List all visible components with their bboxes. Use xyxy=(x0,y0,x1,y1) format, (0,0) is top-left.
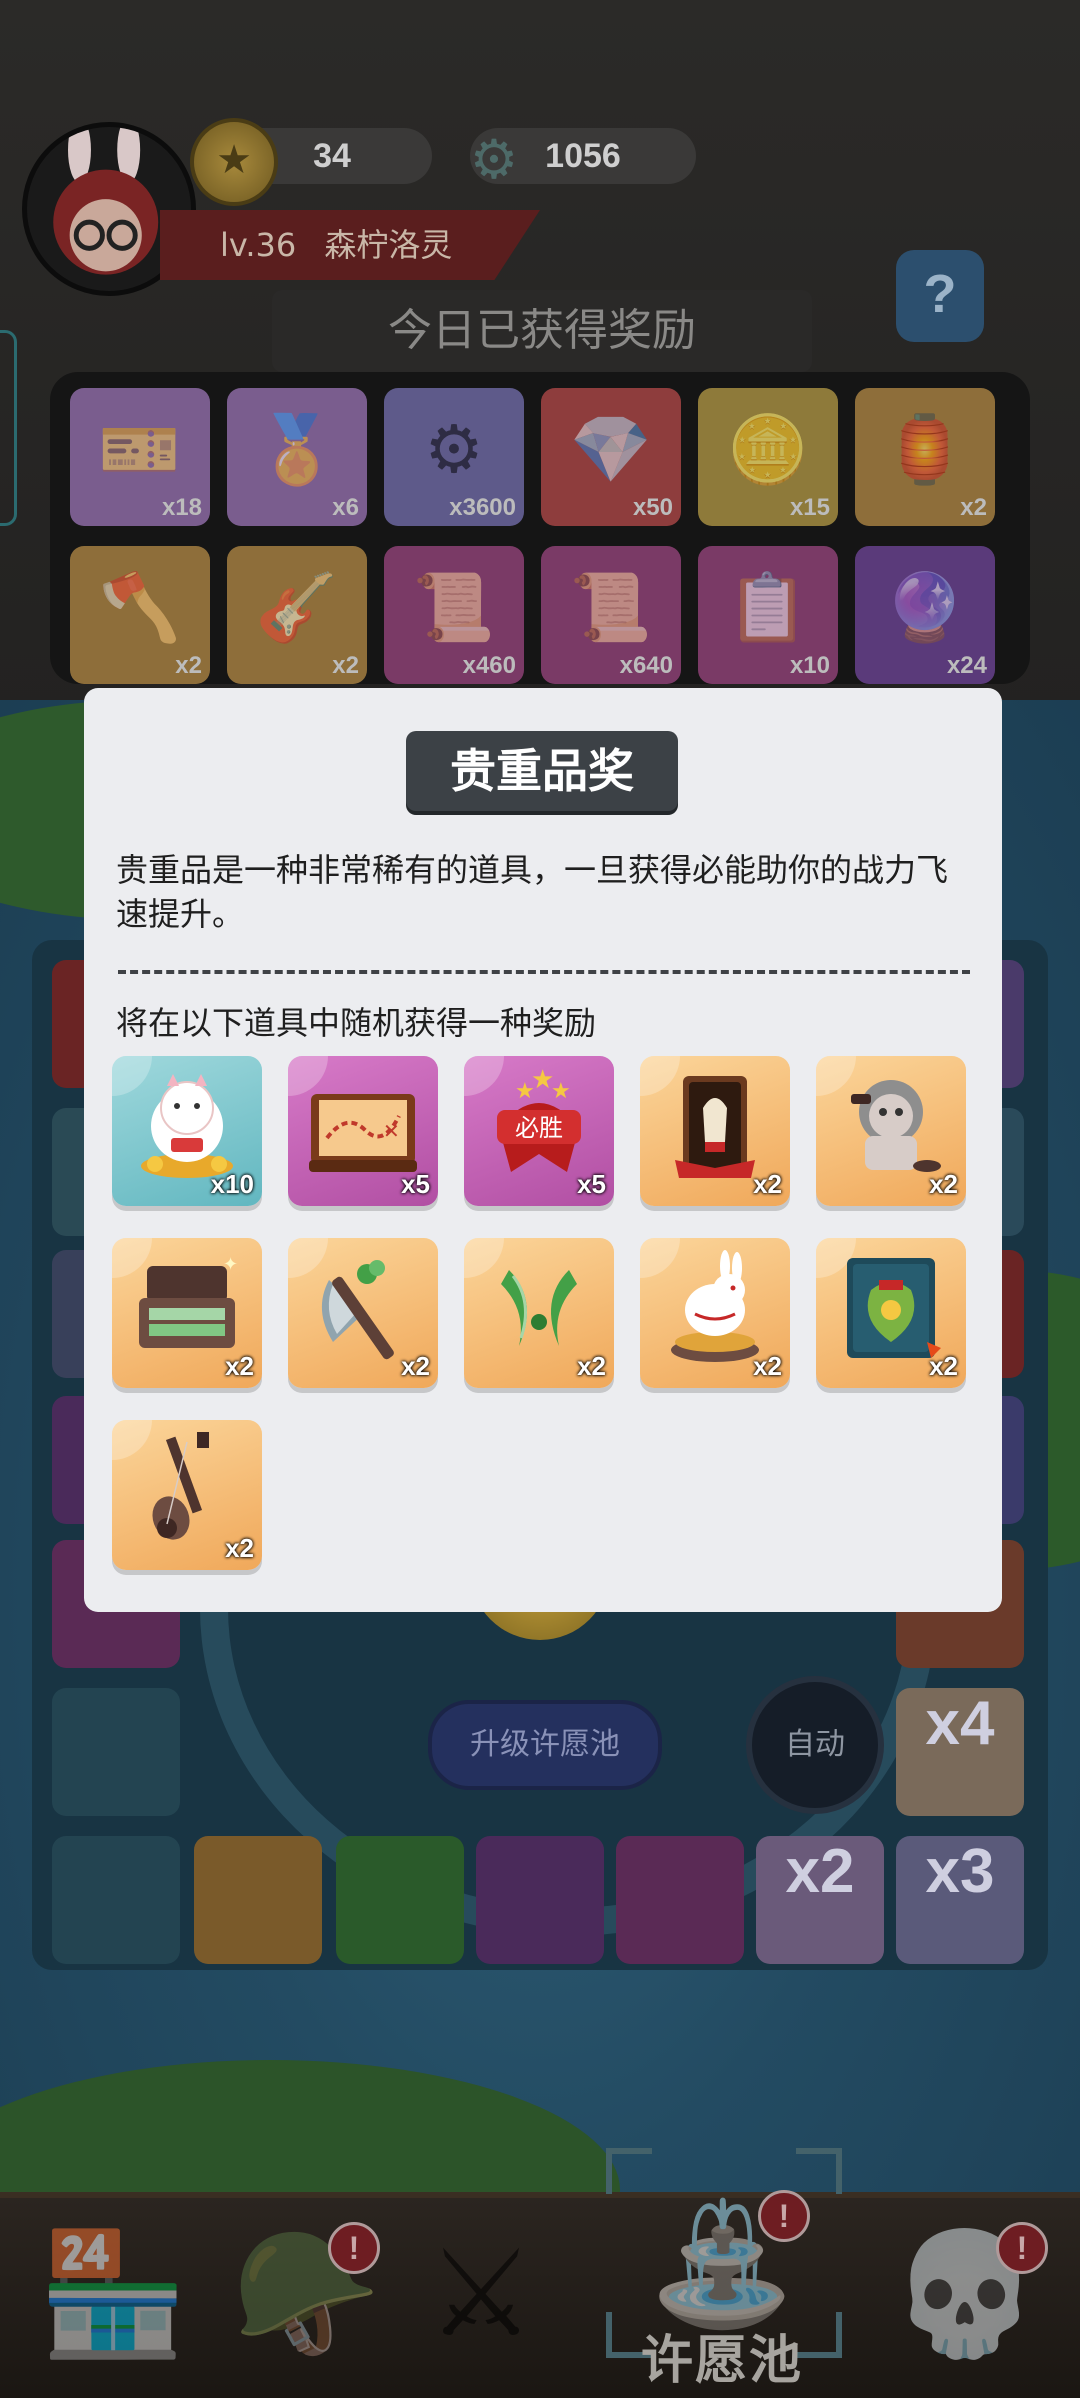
document-ticket-icon: 🎫 xyxy=(98,411,182,488)
reward-item[interactable]: x2 xyxy=(112,1420,262,1570)
board-cell xyxy=(52,1836,180,1964)
today-reward-quantity: x3600 xyxy=(449,494,516,521)
reward-item[interactable]: x2 xyxy=(816,1238,966,1388)
medal-icon: 🏅 xyxy=(255,411,339,488)
auto-button[interactable]: 自动 xyxy=(746,1676,884,1814)
svg-text:必胜: 必胜 xyxy=(515,1114,563,1142)
today-reward-quantity: x6 xyxy=(332,494,359,521)
player-name: 森柠洛灵 xyxy=(324,226,453,264)
gear-icon: ⚙ xyxy=(424,411,484,488)
today-reward-item: 📜 x640 xyxy=(541,546,681,684)
item-quantity: x5 xyxy=(577,1169,606,1199)
player-banner: lv.36 森柠洛灵 xyxy=(160,210,540,280)
board-cell xyxy=(336,1836,464,1964)
reward-item[interactable]: ✕ x5 xyxy=(288,1056,438,1206)
today-reward-item: 🔮 x24 xyxy=(855,546,995,684)
board-cell xyxy=(476,1836,604,1964)
item-quantity: x10 xyxy=(210,1169,254,1199)
reward-item[interactable]: x2 xyxy=(288,1238,438,1388)
today-reward-quantity: x18 xyxy=(161,494,202,521)
today-reward-quantity: x24 xyxy=(946,652,987,679)
multiplier-cell: x2 xyxy=(756,1836,884,1964)
item-quantity: x2 xyxy=(225,1351,254,1381)
board-cell xyxy=(52,1688,180,1816)
today-reward-item: 💎 x50 xyxy=(541,388,681,526)
item-quantity: x2 xyxy=(929,1169,958,1199)
item-quantity: x2 xyxy=(577,1351,606,1381)
today-reward-quantity: x640 xyxy=(619,652,673,679)
axe-icon: 🪓 xyxy=(98,569,182,646)
today-reward-item: 🎸 x2 xyxy=(227,546,367,684)
item-quantity: x2 xyxy=(225,1533,254,1563)
item-quantity: x2 xyxy=(929,1351,958,1381)
orb-icon: 🔮 xyxy=(883,569,967,646)
board-cell xyxy=(616,1836,744,1964)
scroll-icon: 📜 xyxy=(412,569,496,646)
dialog-description: 贵重品是一种非常稀有的道具，一旦获得必能助你的战力飞速提升。 xyxy=(116,851,949,933)
today-reward-item: 🪓 x2 xyxy=(70,546,210,684)
multiplier-label: x4 xyxy=(925,1689,995,1758)
player-level: lv.36 xyxy=(220,226,297,264)
board-cell xyxy=(194,1836,322,1964)
today-reward-quantity: x15 xyxy=(789,494,830,521)
gear-icon: ⚙ xyxy=(469,128,519,191)
valuables-reward-dialog: 贵重品奖 贵重品是一种非常稀有的道具，一旦获得必能助你的战力飞速提升。 将在以下… xyxy=(84,688,1002,1612)
upgrade-pool-button[interactable]: 升级许愿池 xyxy=(428,1700,662,1790)
guitar-icon: 🎸 xyxy=(255,569,339,646)
poster-icon: 📋 xyxy=(726,569,810,646)
scroll-icon: 📜 xyxy=(569,569,653,646)
reward-item-grid: x10 ✕ x5 必胜 ★ ★ ★ x5 x2 x2 ✦ x2 x2 x2 x2 x2 x2 xyxy=(112,1056,966,1570)
today-reward-quantity: x2 xyxy=(960,494,987,521)
today-reward-item: 🏅 x6 xyxy=(227,388,367,526)
help-button[interactable]: ? xyxy=(896,250,984,342)
dialog-subtitle: 将在以下道具中随机获得一种奖励 xyxy=(116,1004,597,1042)
crossed-guns-icon: ⚔ xyxy=(427,2225,535,2364)
alert-badge: ! xyxy=(328,2222,380,2274)
reward-item[interactable]: ✦ x2 xyxy=(112,1238,262,1388)
multiplier-label: x2 xyxy=(785,1837,855,1906)
side-tab[interactable] xyxy=(0,330,17,526)
dashed-divider xyxy=(118,970,970,974)
item-quantity: x2 xyxy=(401,1351,430,1381)
dialog-title: 贵重品奖 xyxy=(406,731,678,811)
crystal-icon: 💎 xyxy=(569,411,653,488)
alert-badge: ! xyxy=(996,2222,1048,2274)
today-reward-item: 🪙 x15 xyxy=(698,388,838,526)
today-reward-quantity: x460 xyxy=(462,652,516,679)
today-rewards-title: 今日已获得奖励 xyxy=(272,290,812,372)
multiplier-label: x3 xyxy=(925,1837,995,1906)
today-reward-item: 🏮 x2 xyxy=(855,388,995,526)
nav-battle[interactable]: ⚔ xyxy=(396,2210,566,2380)
reward-item[interactable]: x2 xyxy=(464,1238,614,1388)
nav-wish-pool-label: 许愿池 xyxy=(640,2331,803,2391)
coin-icon: 🪙 xyxy=(726,411,810,488)
today-reward-item: ⚙ x3600 xyxy=(384,388,524,526)
reward-item[interactable]: x2 xyxy=(640,1056,790,1206)
coin-icon xyxy=(190,118,278,206)
nav-shop[interactable]: 🏪 xyxy=(28,2210,198,2380)
reward-item[interactable]: x2 xyxy=(816,1056,966,1206)
svg-text:✦: ✦ xyxy=(223,1254,238,1275)
item-quantity: x5 xyxy=(401,1169,430,1199)
today-reward-quantity: x2 xyxy=(175,652,202,679)
today-reward-quantity: x50 xyxy=(632,494,673,521)
today-reward-item: 🎫 x18 xyxy=(70,388,210,526)
alert-badge: ! xyxy=(758,2190,810,2242)
svg-text:★: ★ xyxy=(551,1079,571,1104)
today-rewards-grid: 🎫 x18 🏅 x6 ⚙ x3600 💎 x50 🪙 x15 🏮 x2 🪓 x2 🎸 x2 📜 x460 📜 x640… xyxy=(70,388,1010,684)
multiplier-cell: x4 xyxy=(896,1688,1024,1816)
shop-icon: 🏪 xyxy=(38,2225,188,2364)
reward-item[interactable]: x10 xyxy=(112,1056,262,1206)
reward-item[interactable]: x2 xyxy=(640,1238,790,1388)
item-quantity: x2 xyxy=(753,1351,782,1381)
today-reward-item: 📋 x10 xyxy=(698,546,838,684)
svg-text:✕: ✕ xyxy=(383,1119,400,1143)
item-quantity: x2 xyxy=(753,1169,782,1199)
reward-item[interactable]: 必胜 ★ ★ ★ x5 xyxy=(464,1056,614,1206)
today-reward-quantity: x2 xyxy=(332,652,359,679)
today-reward-item: 📜 x460 xyxy=(384,546,524,684)
today-reward-quantity: x10 xyxy=(789,652,830,679)
lantern-card-icon: 🏮 xyxy=(883,411,967,488)
multiplier-cell: x3 xyxy=(896,1836,1024,1964)
